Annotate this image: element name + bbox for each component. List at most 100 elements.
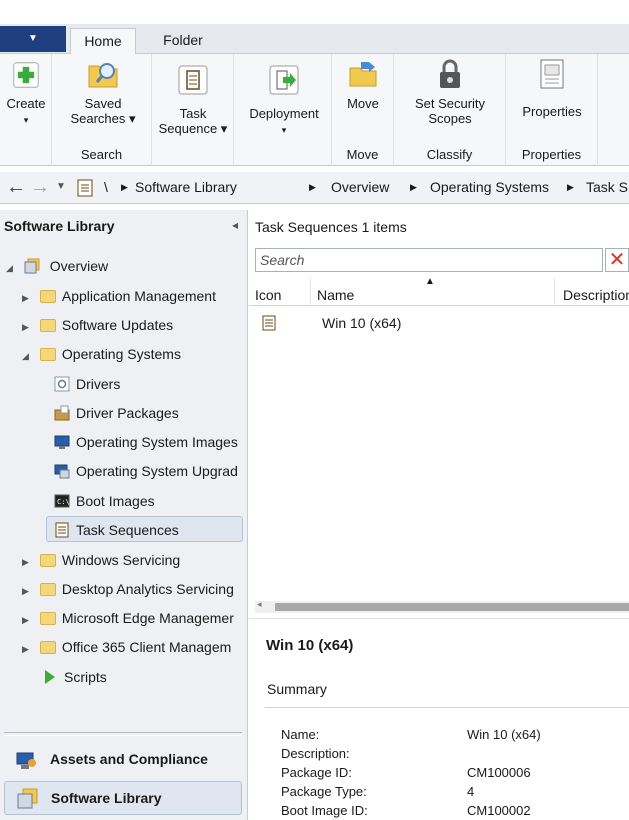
field-value-boot-image-id: CM100002 bbox=[467, 803, 531, 818]
tree-item-microsoft-edge-management[interactable]: ▶ Microsoft Edge Managemer bbox=[22, 605, 246, 631]
saved-searches-button[interactable]: Saved Searches ▾ bbox=[64, 58, 142, 126]
tree-item-drivers[interactable]: Drivers bbox=[54, 371, 120, 397]
breadcrumb-task-sequences[interactable]: Task S bbox=[586, 179, 628, 195]
create-button[interactable]: Create ▾ bbox=[2, 58, 50, 128]
move-folder-icon bbox=[349, 62, 377, 87]
ribbon-group-task-sequence: Task Sequence ▾ bbox=[152, 54, 234, 166]
boot-image-icon: C:\ bbox=[54, 494, 70, 508]
tree-item-scripts[interactable]: Scripts bbox=[42, 664, 107, 690]
tree-item-label: Software Updates bbox=[61, 317, 174, 333]
list-title: Task Sequences 1 items bbox=[255, 219, 407, 235]
tab-home[interactable]: Home bbox=[70, 28, 136, 54]
tree-item-label: Drivers bbox=[76, 376, 121, 392]
task-sequence-label-1: Task bbox=[179, 106, 207, 121]
expanded-arrow-icon[interactable]: ◢ bbox=[22, 343, 36, 367]
ribbon-group-search: Saved Searches ▾ Search bbox=[52, 54, 152, 166]
expanded-arrow-icon[interactable]: ◢ bbox=[6, 255, 20, 279]
sort-ascending-icon: ▲ bbox=[425, 276, 435, 287]
collapsed-arrow-icon[interactable]: ▶ bbox=[22, 549, 36, 573]
tab-folder[interactable]: Folder bbox=[150, 28, 216, 54]
tree-item-boot-images[interactable]: C:\ Boot Images bbox=[54, 488, 155, 514]
tree-item-driver-packages[interactable]: Driver Packages bbox=[54, 400, 179, 426]
tree-item-software-updates[interactable]: ▶ Software Updates bbox=[22, 312, 173, 338]
collapsed-arrow-icon[interactable]: ▶ bbox=[22, 607, 36, 631]
history-dropdown-icon[interactable]: ▼ bbox=[56, 181, 66, 192]
deployment-label: Deployment bbox=[249, 106, 319, 121]
task-sequence-label-2: Sequence ▾ bbox=[158, 121, 228, 136]
nav-pane-title: Software Library bbox=[4, 218, 115, 234]
deployment-button[interactable]: Deployment ▾ bbox=[240, 58, 328, 138]
tree-item-windows-servicing[interactable]: ▶ Windows Servicing bbox=[22, 547, 180, 573]
folder-icon bbox=[39, 641, 56, 654]
deployment-chevron-icon: ▾ bbox=[281, 125, 287, 135]
tree-item-label: Scripts bbox=[64, 669, 107, 685]
tree-item-overview[interactable]: ◢ Overview bbox=[6, 253, 108, 279]
collapsed-arrow-icon[interactable]: ▶ bbox=[22, 285, 36, 309]
scripts-icon bbox=[45, 670, 55, 684]
folder-icon bbox=[39, 290, 56, 303]
ribbon-group-move: Move Move bbox=[332, 54, 394, 166]
tree-item-application-management[interactable]: ▶ Application Management bbox=[22, 283, 216, 309]
tree-item-task-sequences[interactable]: Task Sequences bbox=[46, 516, 243, 542]
tree-item-operating-systems[interactable]: ◢ Operating Systems bbox=[22, 341, 181, 367]
task-sequence-button[interactable]: Task Sequence ▾ bbox=[154, 58, 232, 136]
tree-item-operating-system-upgrades[interactable]: Operating System Upgrad bbox=[54, 458, 244, 484]
set-security-scopes-button[interactable]: Set Security Scopes bbox=[402, 58, 498, 126]
chevron-down-icon: ▾ bbox=[23, 115, 29, 125]
ribbon-group-properties: Properties Properties bbox=[506, 54, 598, 166]
ribbon-group-deployment: Deployment ▾ bbox=[234, 54, 332, 166]
breadcrumb-arrow-icon: ▶ bbox=[410, 182, 417, 192]
column-header-name[interactable]: Name bbox=[317, 278, 555, 306]
breadcrumb-overview[interactable]: Overview bbox=[331, 179, 389, 195]
move-group-label: Move bbox=[346, 147, 379, 162]
clear-search-icon[interactable]: ✕ bbox=[605, 248, 629, 272]
back-button[interactable]: ← bbox=[6, 176, 26, 199]
field-value-package-id: CM100006 bbox=[467, 765, 531, 780]
tree-item-operating-system-images[interactable]: Operating System Images bbox=[54, 429, 238, 455]
workspace-assets-and-compliance[interactable]: Assets and Compliance bbox=[4, 742, 242, 776]
row-name-cell: Win 10 (x64) bbox=[322, 315, 402, 331]
tree-item-label: Application Management bbox=[61, 288, 216, 304]
console-window: ▼ Home Folder Create ▾ Saved Searches ▾ … bbox=[0, 0, 629, 820]
collapse-pane-icon[interactable]: ◂ bbox=[232, 218, 238, 232]
properties-button[interactable]: Properties bbox=[512, 58, 592, 119]
breadcrumb-software-library[interactable]: Software Library bbox=[135, 179, 237, 195]
collapsed-arrow-icon[interactable]: ▶ bbox=[22, 636, 36, 660]
folder-icon bbox=[39, 554, 56, 567]
move-button[interactable]: Move bbox=[336, 58, 390, 111]
folder-icon bbox=[39, 612, 56, 625]
search-input[interactable]: Search bbox=[255, 248, 603, 272]
tree-item-office-365-client-management[interactable]: ▶ Office 365 Client Managem bbox=[22, 634, 246, 660]
field-label-package-type: Package Type: bbox=[281, 784, 367, 799]
tree-item-label: Overview bbox=[49, 258, 109, 274]
add-icon bbox=[13, 62, 39, 88]
create-label: Create bbox=[6, 96, 46, 111]
tree-item-label: Driver Packages bbox=[76, 405, 179, 421]
tree-item-label: Office 365 Client Managem bbox=[61, 639, 232, 655]
scrollbar-thumb[interactable] bbox=[275, 603, 629, 611]
horizontal-scrollbar[interactable]: ◂ bbox=[255, 599, 629, 613]
forward-button[interactable]: → bbox=[30, 176, 50, 199]
collapsed-arrow-icon[interactable]: ▶ bbox=[22, 314, 36, 338]
table-row[interactable]: Win 10 (x64) bbox=[249, 310, 629, 336]
breadcrumb-operating-systems[interactable]: Operating Systems bbox=[430, 179, 549, 195]
search-group-label: Search bbox=[80, 147, 123, 162]
breadcrumb-root-separator: \ bbox=[104, 179, 108, 195]
workspace-software-library[interactable]: Software Library bbox=[4, 781, 242, 815]
tree-item-desktop-analytics-servicing[interactable]: ▶ Desktop Analytics Servicing bbox=[22, 576, 246, 602]
column-header-description[interactable]: Description bbox=[563, 278, 629, 306]
field-label-description: Description: bbox=[281, 746, 350, 761]
app-menu-button[interactable]: ▼ bbox=[0, 26, 66, 52]
software-library-icon bbox=[17, 788, 38, 809]
column-header-icon[interactable]: Icon bbox=[255, 278, 311, 306]
field-value-package-type: 4 bbox=[467, 784, 475, 799]
workspace-label: Assets and Compliance bbox=[50, 751, 208, 767]
scroll-left-icon[interactable]: ◂ bbox=[257, 599, 262, 610]
details-tab-summary[interactable]: Summary bbox=[267, 681, 327, 697]
folder-icon bbox=[39, 319, 56, 332]
breadcrumb-arrow-icon: ▶ bbox=[567, 182, 574, 192]
collapsed-arrow-icon[interactable]: ▶ bbox=[22, 578, 36, 602]
ribbon-group-classify: Set Security Scopes Classify bbox=[394, 54, 506, 166]
saved-searches-label-2: Searches ▾ bbox=[70, 111, 136, 126]
workspace-splitter[interactable] bbox=[4, 732, 242, 736]
